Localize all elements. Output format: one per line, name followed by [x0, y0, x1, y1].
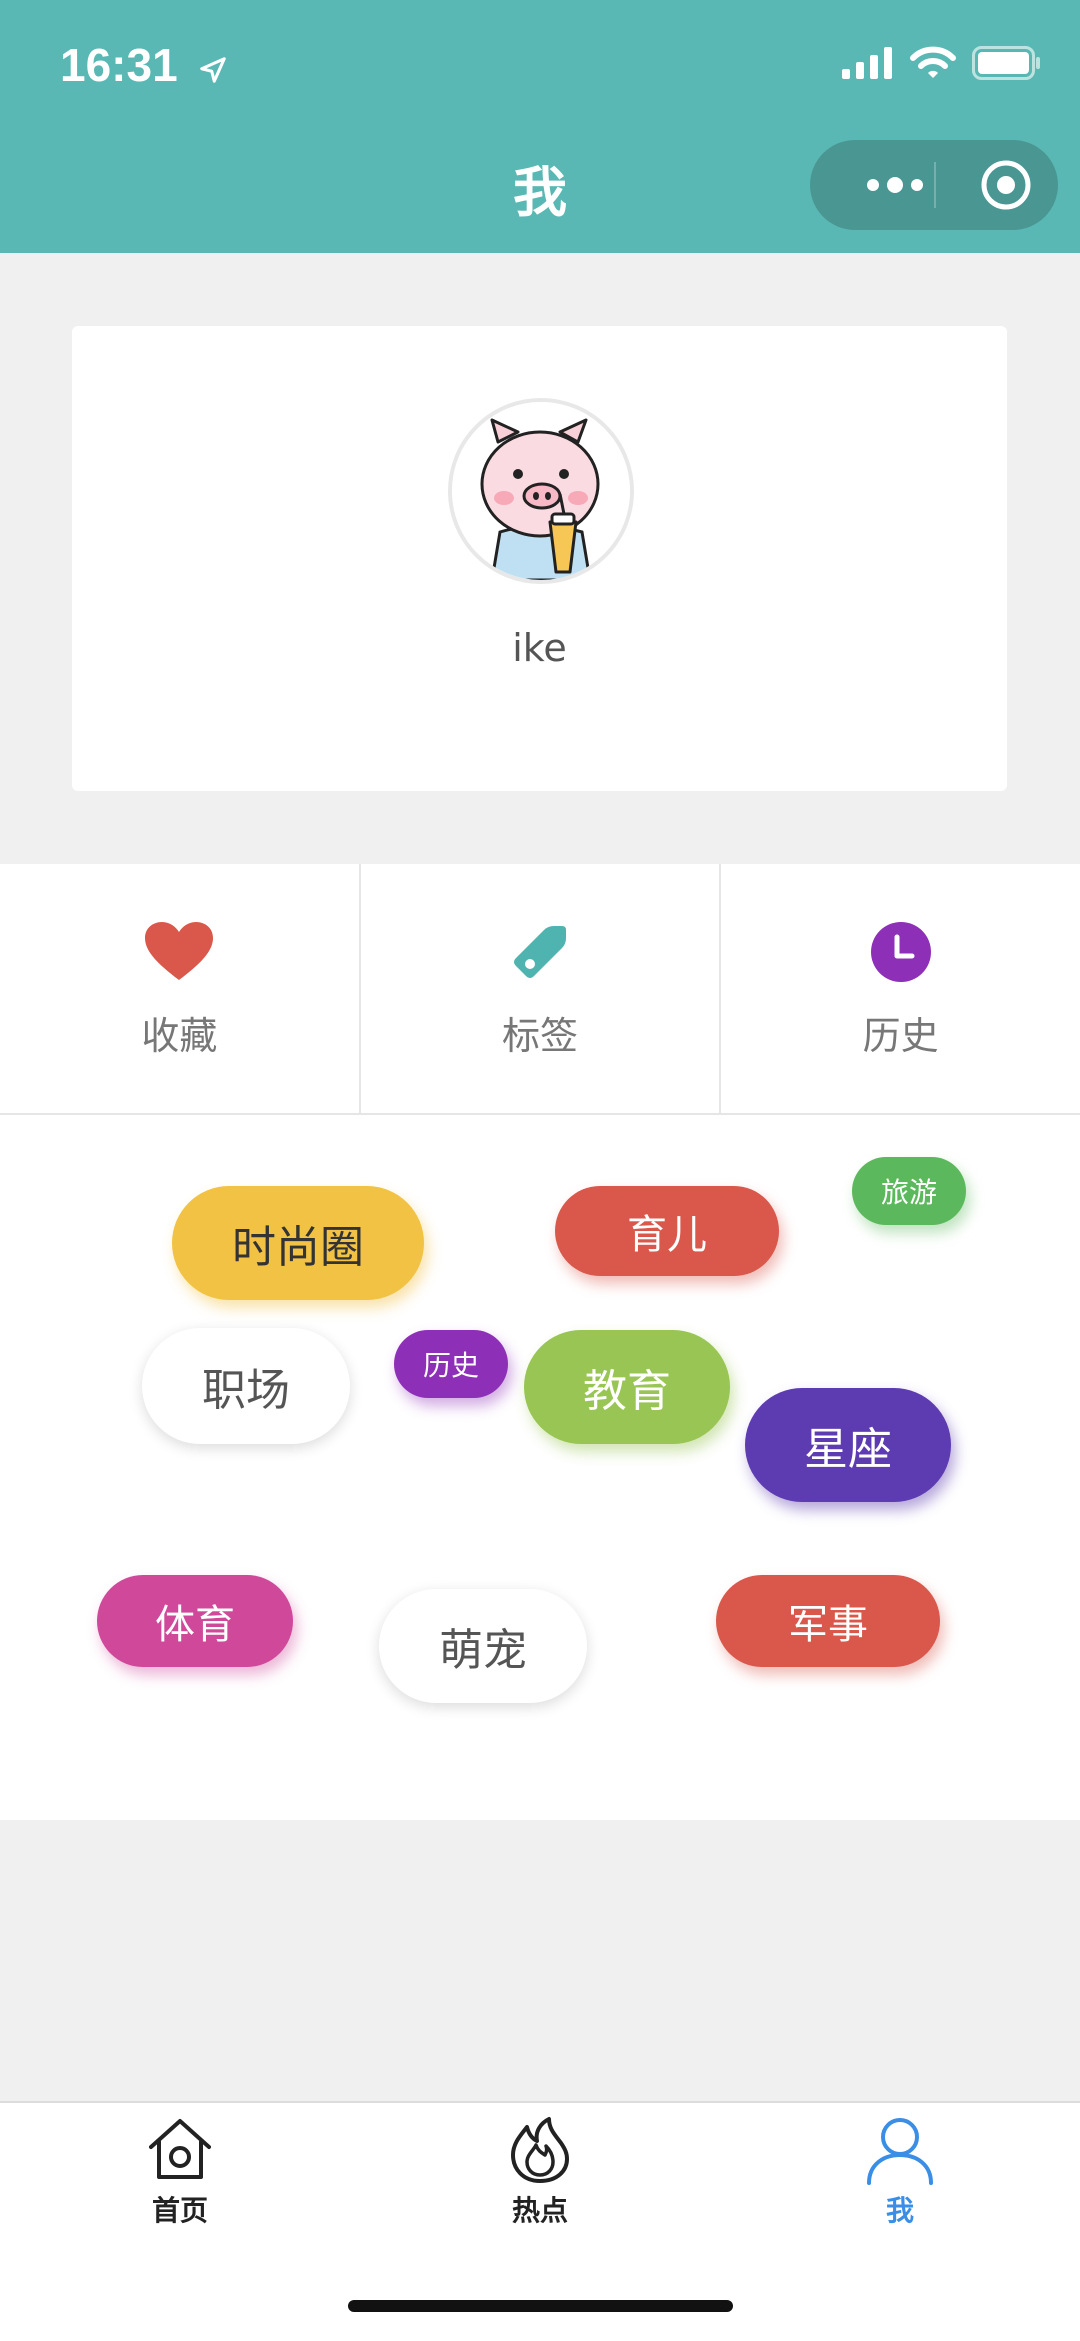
status-time-text: 16:31 — [60, 39, 178, 91]
tag-career[interactable]: 职场 — [142, 1328, 350, 1444]
home-indicator — [348, 2300, 733, 2312]
tab-hot-label: 热点 — [511, 2194, 568, 2227]
location-arrow-icon — [198, 42, 228, 96]
tag-education[interactable]: 教育 — [524, 1330, 730, 1444]
status-icons — [842, 46, 1042, 84]
cellular-signal-icon — [842, 47, 894, 83]
tab-home-label: 首页 — [151, 2194, 208, 2227]
tab-home[interactable]: 首页 — [90, 2115, 270, 2229]
tag-military[interactable]: 军事 — [716, 1575, 940, 1667]
tab-me-label: 我 — [885, 2194, 914, 2227]
menu-favorites-label: 收藏 — [141, 1014, 218, 1058]
tab-me[interactable]: 我 — [810, 2115, 990, 2229]
avatar[interactable] — [448, 398, 634, 584]
target-circle-icon — [981, 160, 1031, 210]
nav-header: 16:31 我 — [0, 0, 1080, 253]
menu-tags-label: 标签 — [502, 1014, 579, 1058]
profile-card: ike — [72, 326, 1007, 791]
home-icon — [149, 2119, 211, 2179]
tag-pets[interactable]: 萌宠 — [379, 1589, 587, 1703]
tag-cloud: 时尚圈 育儿 旅游 职场 历史 教育 星座 体育 萌宠 军事 — [0, 1115, 1080, 1820]
menu-row: 收藏 标签 历史 — [0, 864, 1080, 1115]
pig-avatar-icon — [452, 402, 630, 580]
menu-tags[interactable]: 标签 — [358, 864, 720, 1113]
tag-parenting[interactable]: 育儿 — [555, 1186, 779, 1276]
tag-icon — [505, 917, 575, 987]
mini-program-capsule — [810, 140, 1058, 230]
close-mini-program-button[interactable] — [956, 140, 1056, 230]
clock-icon — [866, 917, 936, 987]
capsule-divider — [934, 162, 936, 208]
tag-sports[interactable]: 体育 — [97, 1575, 293, 1667]
menu-history-label: 历史 — [862, 1014, 939, 1058]
menu-history[interactable]: 历史 — [719, 864, 1080, 1113]
wifi-icon — [910, 46, 956, 84]
username: ike — [512, 626, 567, 670]
battery-icon — [972, 46, 1042, 84]
menu-favorites[interactable]: 收藏 — [0, 864, 359, 1113]
more-dots-icon — [867, 177, 923, 193]
status-time: 16:31 — [60, 38, 228, 96]
heart-icon — [144, 917, 214, 987]
tab-hot[interactable]: 热点 — [450, 2115, 630, 2229]
fire-icon — [511, 2117, 569, 2183]
tag-travel[interactable]: 旅游 — [852, 1157, 966, 1225]
tag-fashion[interactable]: 时尚圈 — [172, 1186, 424, 1300]
user-icon — [867, 2118, 933, 2185]
tag-history[interactable]: 历史 — [394, 1330, 508, 1398]
tag-horoscope[interactable]: 星座 — [745, 1388, 951, 1502]
more-options-button[interactable] — [846, 140, 944, 230]
